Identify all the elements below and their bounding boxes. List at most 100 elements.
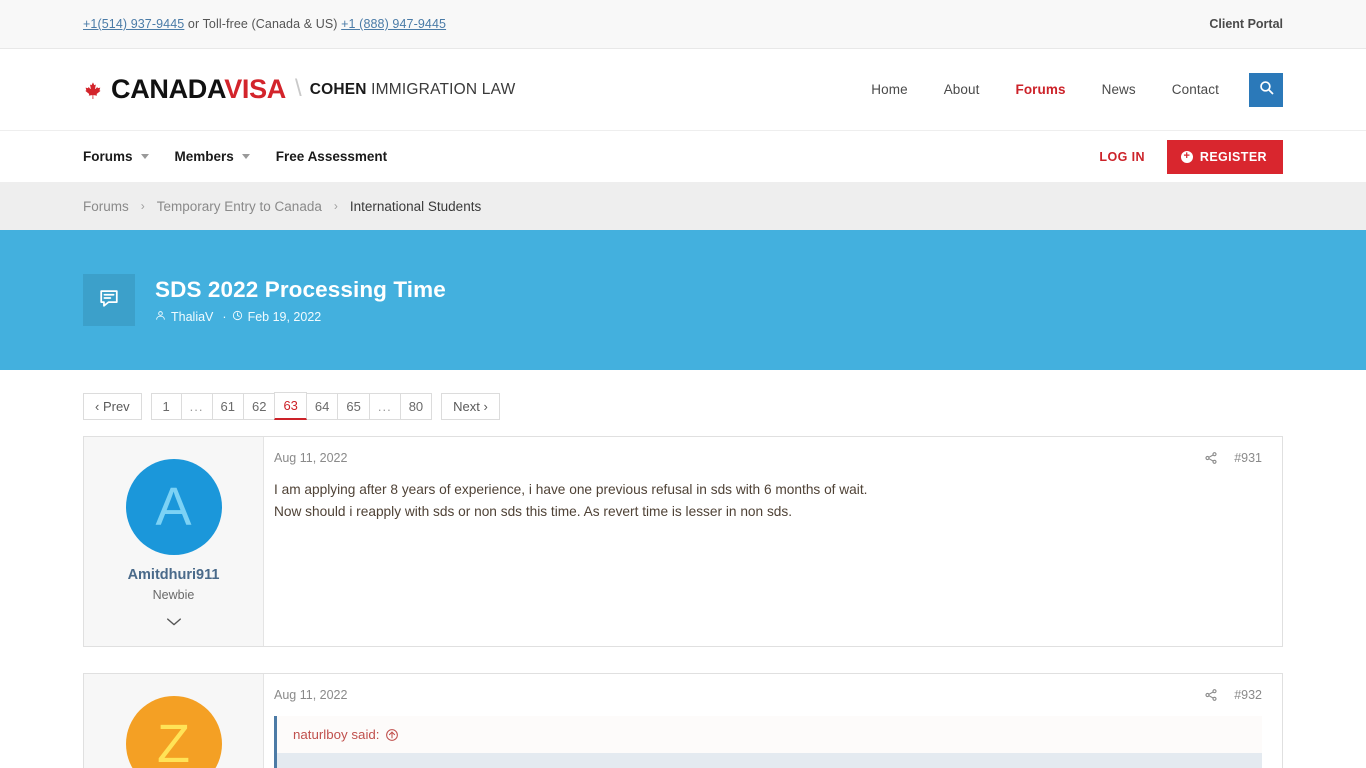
subnav-label-free-assessment: Free Assessment <box>275 149 388 164</box>
pagination-page-62[interactable]: 62 <box>242 392 276 420</box>
post-number[interactable]: #932 <box>1234 688 1262 702</box>
post-body: Aug 11, 2022 #932 naturlboy said: <box>264 674 1282 768</box>
thread-author-name: ThaliaV <box>171 309 214 324</box>
top-utility-bar: +1(514) 937-9445 or Toll-free (Canada & … <box>0 0 1366 49</box>
pagination-page-80[interactable]: 80 <box>399 392 433 420</box>
post-date[interactable]: Aug 11, 2022 <box>274 688 347 702</box>
subnav-item-forums[interactable]: Forums <box>83 149 149 164</box>
nav-item-about[interactable]: About <box>944 82 980 97</box>
post-author-sidebar: Z <box>84 674 264 768</box>
post-931: A Amitdhuri911 Newbie Aug 11, 2022 #931 … <box>83 436 1283 647</box>
pagination-page-65[interactable]: 65 <box>337 392 370 420</box>
brand-immigration-law: IMMIGRATION LAW <box>366 80 516 98</box>
quote-attribution: naturlboy said: <box>277 716 1262 753</box>
forum-subnav: Forums Members Free Assessment LOG IN + … <box>0 130 1366 182</box>
share-icon[interactable] <box>1204 451 1218 465</box>
phone-separator-text: or Toll-free (Canada & US) <box>184 17 342 31</box>
nav-item-news[interactable]: News <box>1102 82 1136 97</box>
phone-primary-link[interactable]: +1(514) 937-9445 <box>83 17 184 31</box>
share-icon[interactable] <box>1204 688 1218 702</box>
subnav-label-members: Members <box>174 149 234 164</box>
breadcrumb-item-temporary-entry[interactable]: Temporary Entry to Canada <box>157 199 322 214</box>
search-button[interactable] <box>1249 72 1283 107</box>
post-paragraph: Now should i reapply with sds or non sds… <box>274 503 793 519</box>
avatar[interactable]: A <box>125 459 222 555</box>
thread-content: ‹ Prev 1 ... 61 62 63 64 65 ... 80 Next … <box>0 370 1366 768</box>
breadcrumb: Forums › Temporary Entry to Canada › Int… <box>0 182 1366 230</box>
brand-visa: VISA <box>224 74 287 104</box>
page-title: SDS 2022 Processing Time <box>155 276 446 302</box>
thread-date: Feb 19, 2022 <box>232 309 322 324</box>
pagination-page-61[interactable]: 61 <box>211 392 244 420</box>
pagination-prev[interactable]: ‹ Prev <box>83 392 142 420</box>
breadcrumb-item-international-students[interactable]: International Students <box>350 199 481 214</box>
post-body: Aug 11, 2022 #931 I am applying after 8 … <box>264 437 1282 646</box>
pagination-ellipsis-right[interactable]: ... <box>368 392 401 420</box>
chevron-down-icon <box>140 154 149 159</box>
pagination-next[interactable]: Next › <box>441 392 500 420</box>
brand-wordmark: CANADAVISA <box>111 76 286 103</box>
blockquote: naturlboy said: No decision from May 12.… <box>274 716 1262 768</box>
pagination-page-1[interactable]: 1 <box>150 392 182 420</box>
post-author-name[interactable]: Amitdhuri911 <box>94 567 253 583</box>
contact-phones: +1(514) 937-9445 or Toll-free (Canada & … <box>83 17 446 31</box>
thread-header: SDS 2022 Processing Time ThaliaV · Feb 1… <box>0 230 1366 370</box>
main-navigation: Home About Forums News Contact <box>871 72 1283 107</box>
thread-date-text: Feb 19, 2022 <box>247 309 322 324</box>
register-button[interactable]: + REGISTER <box>1166 139 1283 174</box>
pagination-page-64[interactable]: 64 <box>305 392 339 420</box>
phone-tollfree-link[interactable]: +1 (888) 947-9445 <box>341 17 446 31</box>
thread-meta: ThaliaV · Feb 19, 2022 <box>155 310 446 324</box>
breadcrumb-separator: › <box>333 199 338 213</box>
post-text: I am applying after 8 years of experienc… <box>274 479 1262 522</box>
nav-item-forums[interactable]: Forums <box>1015 82 1065 97</box>
post-author-sidebar: A Amitdhuri911 Newbie <box>84 437 264 646</box>
post-paragraph: I am applying after 8 years of experienc… <box>274 482 868 497</box>
subnav-item-members[interactable]: Members <box>175 149 250 164</box>
nav-item-home[interactable]: Home <box>871 82 907 97</box>
subnav-item-free-assessment[interactable]: Free Assessment <box>276 149 387 164</box>
breadcrumb-separator: › <box>140 199 145 213</box>
maple-leaf-icon <box>83 81 103 101</box>
clock-icon <box>232 310 248 324</box>
client-portal-link-wrap[interactable]: Client Portal <box>1209 17 1283 31</box>
post-header: Aug 11, 2022 #931 <box>274 451 1262 465</box>
post-number[interactable]: #931 <box>1234 451 1262 465</box>
post-header: Aug 11, 2022 #932 <box>274 688 1262 702</box>
nav-item-contact[interactable]: Contact <box>1172 82 1219 97</box>
brand-subtitle: COHEN IMMIGRATION LAW <box>310 81 516 99</box>
arrow-up-circle-icon[interactable] <box>385 728 399 742</box>
expand-author-info-button[interactable] <box>94 614 253 632</box>
post-header-actions: #931 <box>1204 451 1262 465</box>
comment-icon <box>98 287 120 314</box>
pagination: ‹ Prev 1 ... 61 62 63 64 65 ... 80 Next … <box>83 370 1283 436</box>
breadcrumb-item-forums[interactable]: Forums <box>83 199 129 214</box>
log-in-link[interactable]: LOG IN <box>1099 150 1144 164</box>
account-actions: LOG IN + REGISTER <box>1099 139 1283 174</box>
client-portal-link[interactable]: Client Portal <box>1209 17 1283 31</box>
thread-icon-box <box>83 274 135 326</box>
subnav-label-forums: Forums <box>83 149 133 164</box>
brand-canada: CANADA <box>111 74 225 104</box>
page-root: +1(514) 937-9445 or Toll-free (Canada & … <box>0 0 1366 768</box>
search-icon <box>1258 79 1275 101</box>
quote-author-label[interactable]: naturlboy said: <box>293 727 379 742</box>
post-author-rank: Newbie <box>152 588 195 602</box>
chevron-down-icon <box>241 154 250 159</box>
avatar[interactable]: Z <box>125 696 222 768</box>
thread-title-block: SDS 2022 Processing Time ThaliaV · Feb 1… <box>155 277 446 324</box>
pagination-ellipsis-left[interactable]: ... <box>180 392 213 420</box>
site-logo[interactable]: CANADAVISA \ COHEN IMMIGRATION LAW <box>83 74 516 104</box>
brand-cohen: COHEN <box>309 80 367 98</box>
meta-dot: · <box>222 309 227 324</box>
post-date[interactable]: Aug 11, 2022 <box>274 451 347 465</box>
brand-divider: \ <box>295 74 302 102</box>
quote-text: No decision from May 12. Medical update … <box>277 753 1262 768</box>
pagination-page-63-current[interactable]: 63 <box>274 392 307 420</box>
thread-author[interactable]: ThaliaV <box>155 310 213 324</box>
user-icon <box>155 310 171 324</box>
post-932: Z Aug 11, 2022 #932 naturlboy said: <box>83 673 1283 768</box>
register-button-label: REGISTER <box>1199 149 1267 164</box>
masthead: CANADAVISA \ COHEN IMMIGRATION LAW Home … <box>0 49 1366 130</box>
post-header-actions: #932 <box>1204 688 1262 702</box>
